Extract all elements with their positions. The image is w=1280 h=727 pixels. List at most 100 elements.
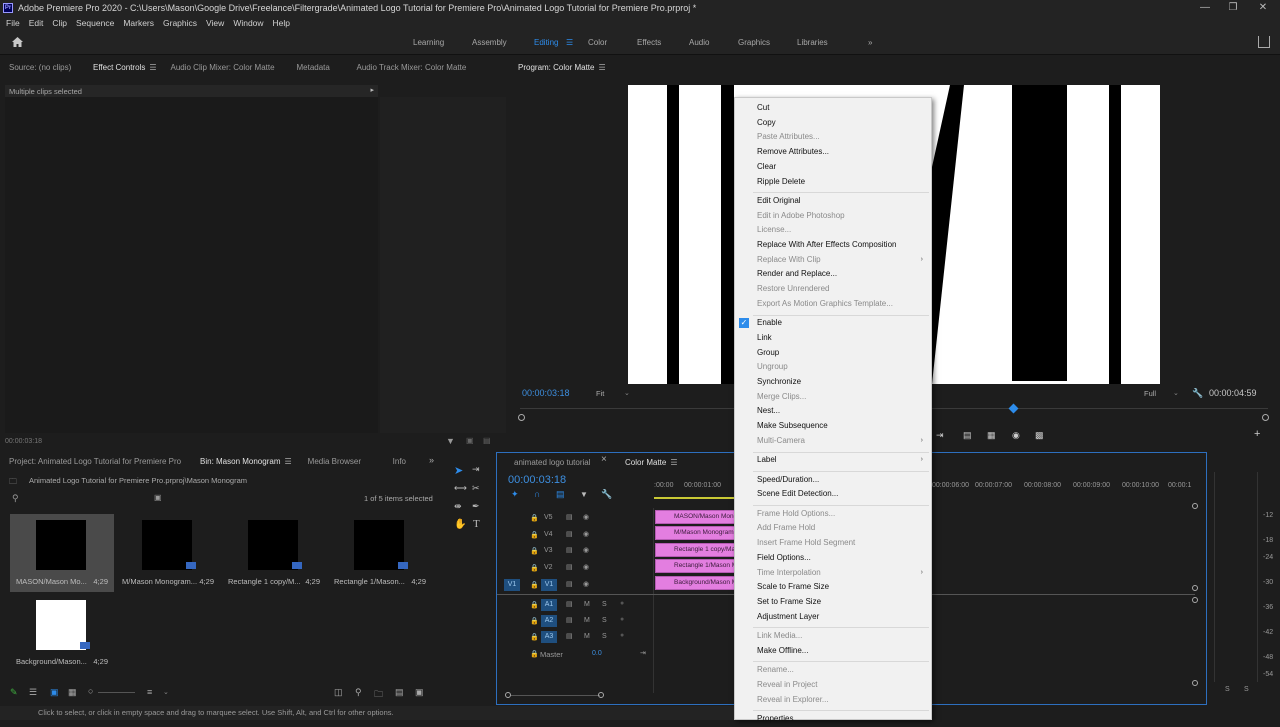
find-icon[interactable]: ⚲: [355, 687, 362, 698]
menu-item-scene-edit-detection[interactable]: Scene Edit Detection...: [735, 488, 931, 502]
menu-item-label[interactable]: Label ›: [735, 454, 931, 468]
timeline-clip[interactable]: MASON/Mason Monog: [655, 510, 735, 524]
menu-item-render-and-replace[interactable]: Render and Replace...: [735, 268, 931, 282]
menu-view[interactable]: View: [206, 18, 224, 28]
automate-icon[interactable]: ◫: [334, 687, 343, 698]
workspace-graphics[interactable]: Graphics: [738, 38, 770, 47]
sync-lock-icon[interactable]: ▤: [566, 513, 573, 521]
workspace-menu-icon[interactable]: ☰: [566, 38, 573, 47]
lock-icon[interactable]: 🔒: [530, 514, 539, 522]
sync-lock-icon[interactable]: ▤: [566, 600, 573, 608]
new-bin-from-search-icon[interactable]: ▣: [154, 493, 162, 502]
audio-scroll-top-handle[interactable]: [1192, 597, 1198, 603]
mute-button[interactable]: M: [584, 601, 590, 608]
eye-icon[interactable]: ◉: [583, 513, 589, 521]
eye-icon[interactable]: ◉: [583, 546, 589, 554]
timeline-clip[interactable]: Background/Mason M: [655, 576, 735, 590]
menu-item-ripple-delete[interactable]: Ripple Delete: [735, 176, 931, 190]
go-to-end-icon[interactable]: ⇥: [640, 649, 646, 657]
freeform-view-icon[interactable]: ▦: [68, 687, 77, 698]
scroll-left-handle[interactable]: [518, 414, 525, 421]
trash-icon[interactable]: ▣: [415, 687, 424, 698]
zoom-slider[interactable]: [98, 692, 135, 693]
menu-item-set-to-frame-size[interactable]: Set to Frame Size: [735, 596, 931, 610]
timeline-timecode[interactable]: 00:00:03:18: [508, 474, 566, 486]
pencil-icon[interactable]: ✎: [10, 687, 18, 698]
menu-item-remove-attributes[interactable]: Remove Attributes...: [735, 146, 931, 160]
menu-item-adjustment-layer[interactable]: Adjustment Layer: [735, 611, 931, 625]
track-name-v4[interactable]: V4: [544, 531, 553, 538]
track-name-a3[interactable]: A3: [541, 631, 557, 643]
razor-tool-icon[interactable]: ✂: [472, 483, 480, 494]
program-monitor-title[interactable]: Program: Color Matte: [518, 63, 594, 72]
workspace-effects[interactable]: Effects: [637, 38, 661, 47]
close-tab-icon[interactable]: ×: [601, 454, 607, 465]
solo-right-button[interactable]: S: [1244, 686, 1249, 693]
menu-item-make-subsequence[interactable]: Make Subsequence: [735, 420, 931, 434]
slip-tool-icon[interactable]: ⇼: [454, 501, 462, 512]
add-marker-icon[interactable]: ▼: [580, 490, 588, 499]
menu-item-scale-to-frame-size[interactable]: Scale to Frame Size: [735, 581, 931, 595]
selection-tool-icon[interactable]: ➤: [454, 464, 463, 477]
expand-arrow-icon[interactable]: ▸: [370, 86, 374, 94]
menu-markers[interactable]: Markers: [123, 18, 154, 28]
nest-toggle-icon[interactable]: ✦: [511, 489, 519, 500]
master-volume[interactable]: 0.0: [592, 650, 602, 657]
project-overflow-icon[interactable]: »: [429, 455, 434, 465]
hand-tool-icon[interactable]: ✋: [454, 519, 466, 530]
zoom-fit-select[interactable]: Fit: [596, 389, 604, 398]
source-patch-v1[interactable]: V1: [504, 579, 520, 591]
snap-icon[interactable]: ∩: [534, 489, 540, 499]
sync-lock-icon[interactable]: ▤: [566, 580, 573, 588]
timeline-settings-icon[interactable]: 🔧: [601, 489, 612, 500]
filter-icon[interactable]: ▼: [446, 436, 455, 446]
workspace-assembly[interactable]: Assembly: [472, 38, 507, 47]
search-icon[interactable]: ⚲: [12, 493, 19, 504]
track-name-a2[interactable]: A2: [541, 615, 557, 627]
add-button-icon[interactable]: +: [1254, 428, 1260, 440]
video-scroll-bottom-handle[interactable]: [1192, 585, 1198, 591]
camera-icon[interactable]: ◉: [1012, 430, 1020, 441]
tab-audio-clip-mixer[interactable]: Audio Clip Mixer: Color Matte: [171, 63, 297, 72]
bin-menu-icon[interactable]: ☰: [284, 457, 291, 466]
track-name-a1[interactable]: A1: [541, 599, 557, 611]
menu-item-link[interactable]: Link: [735, 332, 931, 346]
menu-item-nest[interactable]: Nest...: [735, 405, 931, 419]
lock-icon[interactable]: 🔒: [530, 564, 539, 572]
timeline-zoom-right-handle[interactable]: [598, 692, 604, 698]
home-icon[interactable]: [11, 36, 24, 48]
project-item-background[interactable]: Background/Mason... 4;29: [10, 594, 114, 672]
tab-sequence-animated-logo[interactable]: animated logo tutorial: [514, 458, 625, 467]
menu-item-make-offline[interactable]: Make Offline...: [735, 645, 931, 659]
lock-icon[interactable]: 🔒: [530, 633, 539, 641]
menu-item-speed-duration[interactable]: Speed/Duration...: [735, 474, 931, 488]
track-name-v1[interactable]: V1: [541, 579, 557, 591]
export-frame-icon[interactable]: ▣: [466, 436, 474, 445]
audio-scroll-bottom-handle[interactable]: [1192, 680, 1198, 686]
compare-icon[interactable]: ▩: [1035, 430, 1044, 441]
menu-item-group[interactable]: Group: [735, 347, 931, 361]
export-icon[interactable]: ▤: [483, 436, 491, 445]
scroll-right-handle[interactable]: [1262, 414, 1269, 421]
mic-icon[interactable]: ●: [620, 632, 624, 639]
workspace-editing[interactable]: Editing: [534, 38, 558, 47]
settings-wrench-icon[interactable]: 🔧: [1192, 388, 1203, 399]
ripple-edit-tool-icon[interactable]: ⟷: [454, 483, 467, 494]
menu-help[interactable]: Help: [273, 18, 290, 28]
resolution-chevron-icon[interactable]: ⌄: [1173, 389, 1179, 397]
workspace-color[interactable]: Color: [588, 38, 607, 47]
panel-menu-icon[interactable]: ☰: [149, 63, 156, 72]
menu-item-copy[interactable]: Copy: [735, 117, 931, 131]
project-item-rect[interactable]: Rectangle 1/Mason... 4;29: [328, 514, 432, 592]
tab-project[interactable]: Project: Animated Logo Tutorial for Prem…: [9, 457, 200, 466]
menu-item-replace-with-after-effects-composition[interactable]: Replace With After Effects Composition: [735, 239, 931, 253]
sync-lock-icon[interactable]: ▤: [566, 632, 573, 640]
menu-graphics[interactable]: Graphics: [163, 18, 197, 28]
eye-icon[interactable]: ◉: [583, 580, 589, 588]
project-item-rect-copy[interactable]: Rectangle 1 copy/M... 4;29: [222, 514, 326, 592]
tab-effect-controls[interactable]: Effect Controls: [93, 63, 145, 72]
zoom-slider-handle[interactable]: ○: [88, 686, 93, 696]
sort-chevron-icon[interactable]: ⌄: [163, 688, 169, 696]
solo-button[interactable]: S: [602, 633, 607, 640]
project-item-mason[interactable]: MASON/Mason Mo... 4;29: [10, 514, 114, 592]
